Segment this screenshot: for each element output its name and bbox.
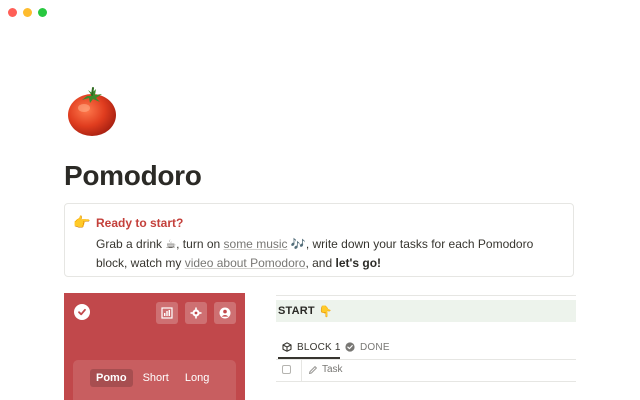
tab-done-label: DONE: [360, 341, 390, 353]
callout-text: , and: [305, 256, 333, 270]
settings-icon[interactable]: [185, 302, 207, 324]
tab-done[interactable]: DONE: [345, 337, 390, 357]
tomato-icon[interactable]: [66, 86, 118, 138]
music-notes-icon: 🎶: [290, 237, 306, 251]
tab-block-1-label: BLOCK 1: [297, 341, 341, 353]
checkmark-icon[interactable]: [74, 304, 90, 320]
callout-body: Grab a drink ☕, turn on some music 🎶, wr…: [96, 235, 566, 273]
callout-text: Grab a drink: [96, 237, 163, 251]
mode-short-button[interactable]: Short: [137, 369, 175, 387]
table-header-row: Task: [276, 360, 576, 382]
account-icon[interactable]: [214, 302, 236, 324]
callout-text: , turn on: [176, 237, 221, 251]
checkbox-column-icon[interactable]: [282, 365, 291, 374]
callout-title: Ready to start?: [96, 216, 184, 230]
zoom-window-button[interactable]: [38, 8, 47, 17]
callout: 👉 Ready to start? Grab a drink ☕, turn o…: [64, 203, 574, 277]
mode-pomo-button[interactable]: Pomo: [90, 369, 133, 387]
mode-selector: Pomo Short Long: [90, 369, 215, 387]
task-column-label: Task: [322, 364, 343, 375]
view-tabs: BLOCK 1 DONE: [276, 337, 576, 359]
check-circle-icon: [345, 342, 355, 352]
start-label: START: [278, 305, 315, 317]
page-title: Pomodoro: [64, 160, 202, 191]
tab-block-1[interactable]: BLOCK 1: [282, 337, 341, 357]
start-heading: START 👇: [276, 300, 576, 322]
pointing-down-icon: 👇: [318, 305, 333, 318]
mode-long-button[interactable]: Long: [179, 369, 215, 387]
music-link[interactable]: some music: [224, 237, 288, 251]
timer-panel: Pomo Short Long: [73, 360, 236, 400]
cube-icon: [282, 342, 292, 352]
pointing-right-icon: 👉: [73, 214, 91, 230]
video-link[interactable]: video about Pomodoro: [185, 256, 306, 270]
pencil-icon: [308, 365, 317, 374]
task-column-header[interactable]: Task: [308, 364, 343, 375]
lets-go-text: let's go!: [335, 256, 382, 270]
divider: [276, 295, 576, 296]
column-divider: [301, 360, 302, 381]
coffee-icon: ☕: [165, 237, 177, 251]
stats-icon[interactable]: [156, 302, 178, 324]
window-controls: [8, 8, 47, 17]
minimize-window-button[interactable]: [23, 8, 32, 17]
close-window-button[interactable]: [8, 8, 17, 17]
pomodoro-timer-widget: Pomo Short Long: [64, 293, 245, 400]
